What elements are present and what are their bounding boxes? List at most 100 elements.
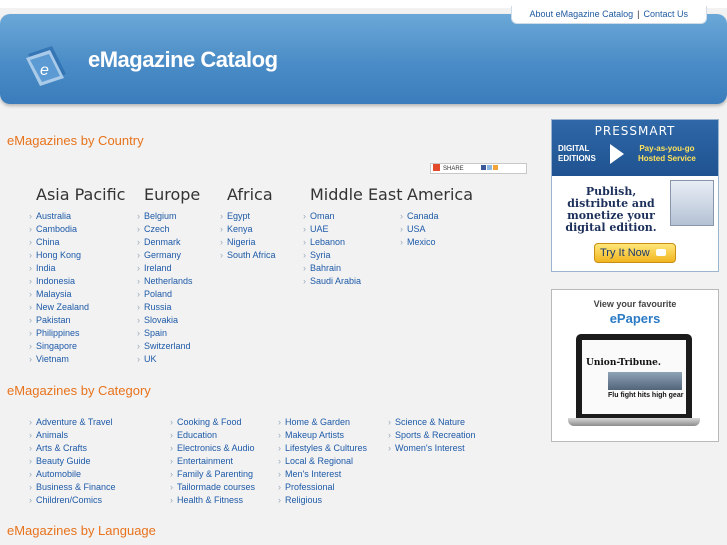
list-item[interactable]: Czech <box>137 223 193 236</box>
newspaper-masthead: Union-Tribune. <box>586 358 662 368</box>
list-item[interactable]: Sports & Recreation <box>388 429 476 442</box>
country-list-middle-east: OmanUAELebanonSyriaBahrainSaudi Arabia <box>303 210 361 288</box>
epapers-line-1: View your favourite <box>593 299 677 309</box>
category-list-1: Adventure & TravelAnimalsArts & CraftsBe… <box>29 416 116 507</box>
list-item[interactable]: Health & Fitness <box>170 494 255 507</box>
list-item[interactable]: China <box>29 236 89 249</box>
region-heading-europe: Europe <box>144 185 201 204</box>
pay-line-2: Hosted Service <box>638 154 696 163</box>
list-item[interactable]: Slovakia <box>137 314 193 327</box>
arrow-icon <box>610 144 624 164</box>
list-item[interactable]: Russia <box>137 301 193 314</box>
list-item[interactable]: Pakistan <box>29 314 89 327</box>
list-item[interactable]: Hong Kong <box>29 249 89 262</box>
list-item[interactable]: Automobile <box>29 468 116 481</box>
list-item[interactable]: Oman <box>303 210 361 223</box>
list-item[interactable]: Women's Interest <box>388 442 476 455</box>
digital-label: DIGITAL <box>558 144 590 153</box>
list-item[interactable]: Lebanon <box>303 236 361 249</box>
laptop-base <box>568 418 700 426</box>
list-item[interactable]: India <box>29 262 89 275</box>
list-item[interactable]: Ireland <box>137 262 193 275</box>
pay-line-1: Pay-as-you-go <box>639 144 695 153</box>
country-list-america: CanadaUSAMexico <box>400 210 439 249</box>
list-item[interactable]: Cambodia <box>29 223 89 236</box>
try-it-now-button[interactable]: Try It Now <box>594 243 676 263</box>
top-links-separator: | <box>637 9 640 19</box>
list-item[interactable]: Germany <box>137 249 193 262</box>
logo-letter: e <box>40 62 49 79</box>
list-item[interactable]: Indonesia <box>29 275 89 288</box>
share-button[interactable]: SHARE <box>430 163 527 174</box>
list-item[interactable]: Canada <box>400 210 439 223</box>
laptop-image: Union-Tribune. Flu fight hits high gear <box>576 334 692 418</box>
emagazine-logo-icon[interactable]: e <box>22 44 72 88</box>
list-item[interactable]: Malaysia <box>29 288 89 301</box>
list-item[interactable]: Egypt <box>220 210 276 223</box>
list-item[interactable]: Business & Finance <box>29 481 116 494</box>
list-item[interactable]: Belgium <box>137 210 193 223</box>
category-list-3: Home & GardenMakeup ArtistsLifestyles & … <box>278 416 367 507</box>
list-item[interactable]: Kenya <box>220 223 276 236</box>
list-item[interactable]: Entertainment <box>170 455 255 468</box>
twitter-icon <box>487 165 493 170</box>
region-heading-america: America <box>407 185 473 204</box>
list-item[interactable]: Tailormade courses <box>170 481 255 494</box>
list-item[interactable]: Lifestyles & Cultures <box>278 442 367 455</box>
newspaper-screen: Union-Tribune. Flu fight hits high gear <box>582 340 686 414</box>
list-item[interactable]: Poland <box>137 288 193 301</box>
list-item[interactable]: Syria <box>303 249 361 262</box>
editions-label: EDITIONS <box>558 154 596 163</box>
list-item[interactable]: Adventure & Travel <box>29 416 116 429</box>
list-item[interactable]: Denmark <box>137 236 193 249</box>
list-item[interactable]: USA <box>400 223 439 236</box>
list-item[interactable]: Philippines <box>29 327 89 340</box>
list-item[interactable]: Spain <box>137 327 193 340</box>
region-heading-asia: Asia Pacific <box>36 185 126 204</box>
list-item[interactable]: Bahrain <box>303 262 361 275</box>
list-item[interactable]: Education <box>170 429 255 442</box>
header-banner: e eMagazine Catalog <box>0 14 727 104</box>
list-item[interactable]: Beauty Guide <box>29 455 116 468</box>
brand-title[interactable]: eMagazine Catalog <box>88 47 278 73</box>
share-icon <box>433 164 440 171</box>
pressmart-ad[interactable]: PRESSMART DIGITAL EDITIONS Pay-as-you-go H… <box>551 119 719 272</box>
list-item[interactable]: Local & Regional <box>278 455 367 468</box>
list-item[interactable]: Professional <box>278 481 367 494</box>
arrow-right-icon <box>655 249 666 256</box>
list-item[interactable]: UAE <box>303 223 361 236</box>
list-item[interactable]: Cooking & Food <box>170 416 255 429</box>
share-label: SHARE <box>443 166 464 172</box>
list-item[interactable]: Religious <box>278 494 367 507</box>
list-item[interactable]: Singapore <box>29 340 89 353</box>
list-item[interactable]: Electronics & Audio <box>170 442 255 455</box>
list-item[interactable]: Vietnam <box>29 353 89 366</box>
category-list-4: Science & NatureSports & RecreationWomen… <box>388 416 476 455</box>
list-item[interactable]: Saudi Arabia <box>303 275 361 288</box>
about-link[interactable]: About eMagazine Catalog <box>530 9 634 19</box>
country-list-asia: AustraliaCambodiaChinaHong KongIndiaIndo… <box>29 210 89 366</box>
list-item[interactable]: Home & Garden <box>278 416 367 429</box>
list-item[interactable]: Animals <box>29 429 116 442</box>
list-item[interactable]: Arts & Crafts <box>29 442 116 455</box>
list-item[interactable]: Nigeria <box>220 236 276 249</box>
list-item[interactable]: UK <box>137 353 193 366</box>
list-item[interactable]: Children/Comics <box>29 494 116 507</box>
digital-editions-label: DIGITAL EDITIONS <box>558 144 596 164</box>
list-item[interactable]: Switzerland <box>137 340 193 353</box>
category-list-2: Cooking & FoodEducationElectronics & Aud… <box>170 416 255 507</box>
list-item[interactable]: Mexico <box>400 236 439 249</box>
list-item[interactable]: South Africa <box>220 249 276 262</box>
list-item[interactable]: Science & Nature <box>388 416 476 429</box>
list-item[interactable]: Men's Interest <box>278 468 367 481</box>
newspaper-headline: Flu fight hits high gear <box>608 392 684 399</box>
list-item[interactable]: Netherlands <box>137 275 193 288</box>
contact-link[interactable]: Contact Us <box>643 9 688 19</box>
list-item[interactable]: New Zealand <box>29 301 89 314</box>
list-item[interactable]: Makeup Artists <box>278 429 367 442</box>
rss-icon <box>493 165 499 170</box>
epapers-ad[interactable]: View your favourite ePapers Union-Tribun… <box>551 289 719 442</box>
section-title-language: eMagazines by Language <box>7 523 156 538</box>
list-item[interactable]: Family & Parenting <box>170 468 255 481</box>
list-item[interactable]: Australia <box>29 210 89 223</box>
